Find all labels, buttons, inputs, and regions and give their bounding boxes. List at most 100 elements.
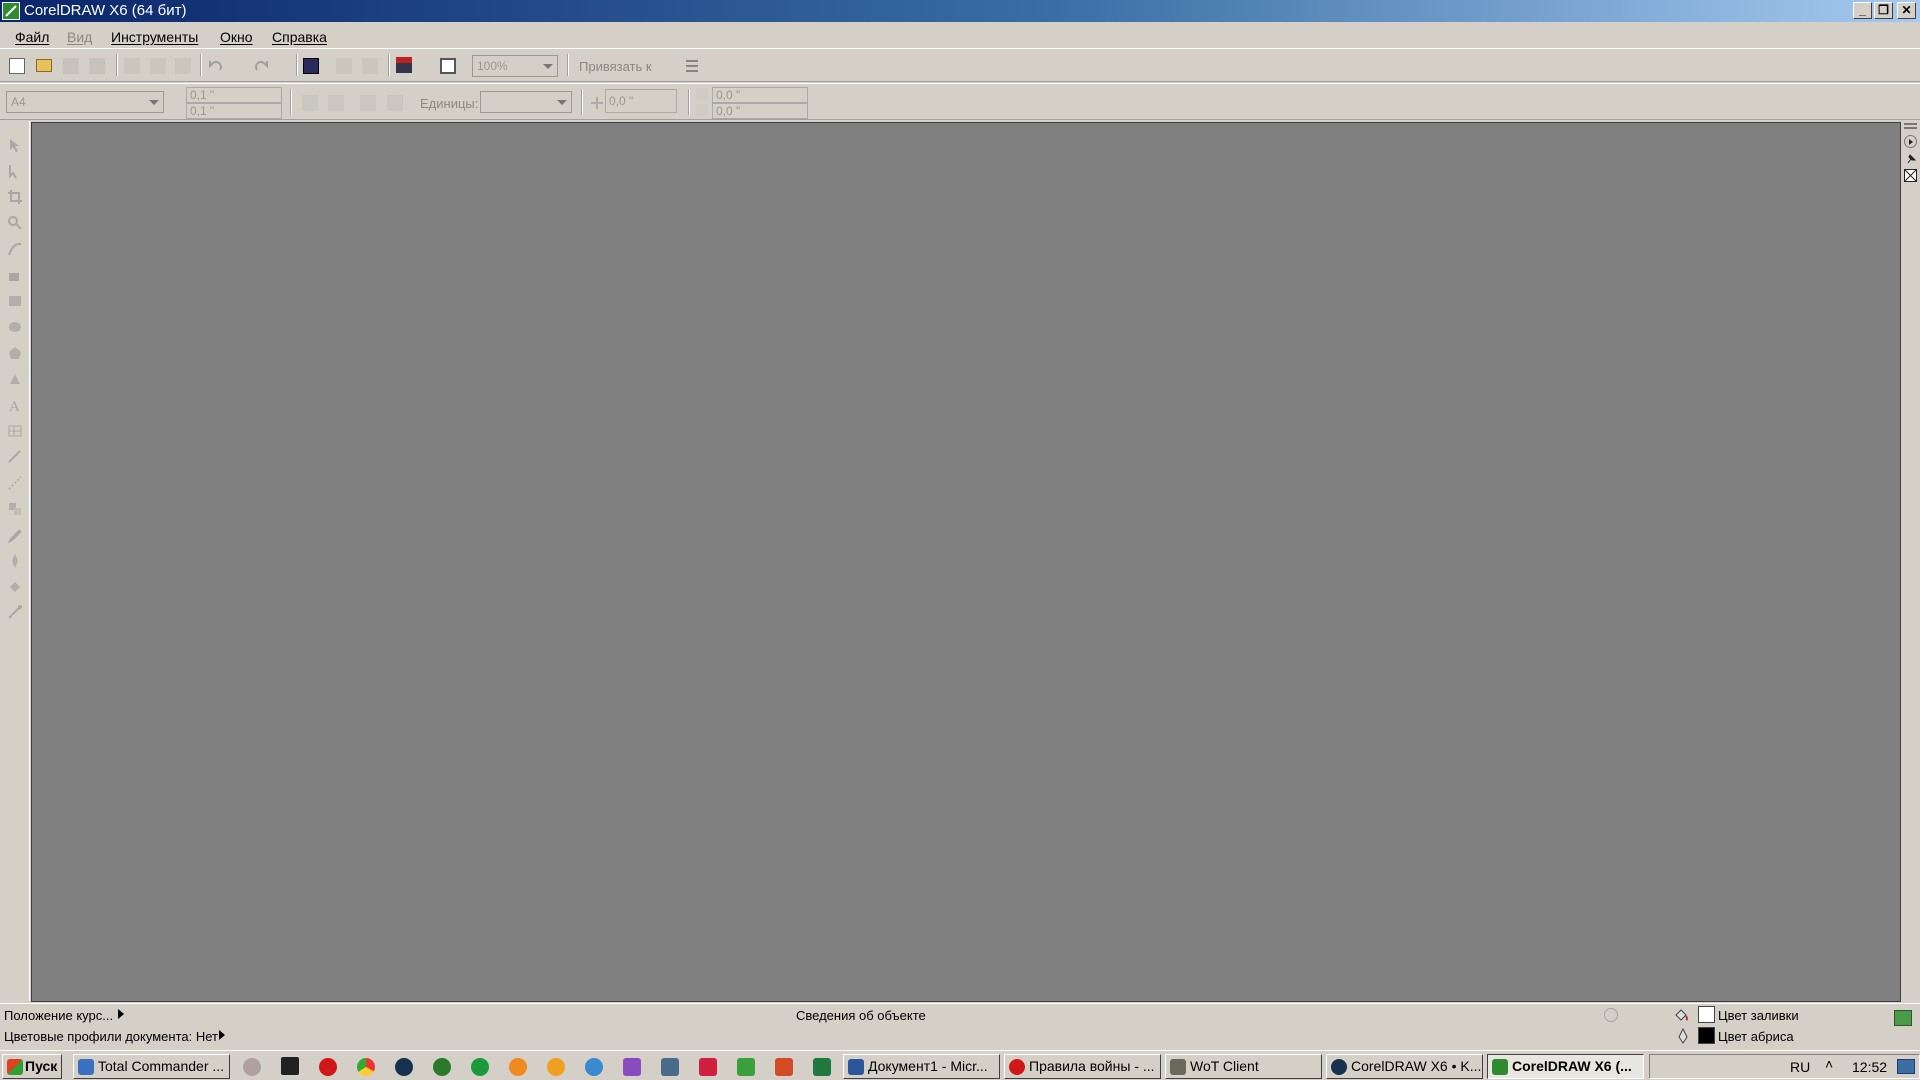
ellipse-tool-icon[interactable] — [7, 319, 23, 335]
eyedropper-tool-icon[interactable] — [7, 527, 23, 544]
duplicate-x-input[interactable]: 0,0 " — [712, 87, 808, 103]
nudge-distance-input[interactable]: 0,0 " — [605, 89, 677, 113]
redo-icon[interactable] — [253, 58, 269, 74]
language-indicator[interactable]: RU — [1790, 1059, 1810, 1075]
outline-tool-icon[interactable] — [7, 553, 23, 569]
portrait-icon[interactable] — [302, 95, 318, 111]
color-proof-icon[interactable] — [1604, 1008, 1618, 1022]
copy-icon[interactable] — [150, 58, 166, 74]
color-management-icon[interactable] — [1894, 1010, 1912, 1026]
fill-tool-icon[interactable] — [7, 579, 23, 595]
taskbar-opera-label: Правила войны - ... — [1029, 1058, 1155, 1074]
taskbar-opera[interactable]: Правила войны - ... — [1004, 1054, 1161, 1079]
connector-tool-icon[interactable] — [7, 475, 23, 491]
taskbar-coreldraw-browser[interactable]: CorelDRAW X6 • K... — [1326, 1054, 1483, 1079]
zoom-level-select[interactable]: 100% — [472, 55, 558, 77]
quicklaunch-app-icon[interactable] — [243, 1058, 261, 1076]
all-pages-icon[interactable] — [360, 95, 376, 111]
shape-tool-icon[interactable] — [7, 163, 23, 179]
minimize-button[interactable]: _ — [1853, 2, 1872, 19]
welcome-screen-icon[interactable] — [440, 58, 456, 74]
basic-shapes-tool-icon[interactable] — [7, 371, 23, 387]
paste-icon[interactable] — [175, 58, 191, 74]
cut-icon[interactable] — [124, 58, 140, 74]
excel-icon[interactable] — [813, 1058, 831, 1076]
show-desktop-icon[interactable] — [1897, 1059, 1915, 1074]
quicklaunch-orange-icon[interactable] — [509, 1058, 527, 1076]
expand-docker-icon[interactable] — [1904, 135, 1917, 148]
restore-button[interactable]: ❐ — [1874, 2, 1893, 19]
outline-color-swatch[interactable] — [1698, 1027, 1715, 1044]
pin-icon[interactable] — [1904, 152, 1917, 165]
snap-to-dropdown[interactable]: Привязать к — [579, 59, 652, 74]
page-size-select[interactable]: A4 — [6, 91, 164, 113]
tray-expand-icon[interactable]: ˄ — [1825, 1056, 1833, 1072]
cursor-position[interactable]: Положение курс... — [4, 1008, 113, 1023]
menu-file[interactable]: Файл — [15, 29, 49, 45]
interactive-fill-tool-icon[interactable] — [7, 605, 23, 621]
options-icon[interactable] — [684, 58, 700, 74]
rectangle-tool-icon[interactable] — [7, 293, 23, 309]
quicklaunch-blue-icon[interactable] — [585, 1058, 603, 1076]
crop-tool-icon[interactable] — [7, 189, 23, 205]
coreldraw-quicklaunch-icon[interactable] — [737, 1058, 755, 1076]
chrome-icon[interactable] — [357, 1058, 375, 1076]
dimension-tool-icon[interactable] — [7, 449, 23, 465]
pick-tool-icon[interactable] — [7, 137, 23, 153]
fill-color-swatch[interactable] — [1698, 1006, 1715, 1023]
taskbar-word[interactable]: Документ1 - Micr... — [843, 1054, 1000, 1079]
utorrent-icon[interactable] — [471, 1058, 489, 1076]
smart-fill-tool-icon[interactable] — [7, 267, 23, 283]
quicklaunch-terminal-icon[interactable] — [281, 1057, 299, 1075]
freehand-tool-icon[interactable] — [7, 241, 23, 257]
opera-icon[interactable] — [319, 1058, 337, 1076]
new-document-icon[interactable] — [9, 58, 25, 74]
zoom-tool-icon[interactable] — [7, 215, 23, 231]
start-button[interactable]: Пуск — [2, 1054, 62, 1079]
current-page-icon[interactable] — [387, 95, 403, 111]
start-label: Пуск — [25, 1058, 58, 1074]
text-tool-icon[interactable]: A — [7, 397, 23, 415]
taskbar-total-commander[interactable]: Total Commander ... — [73, 1054, 230, 1079]
color-profiles[interactable]: Цветовые профили документа: Нет — [4, 1029, 218, 1044]
interactive-effects-tool-icon[interactable] — [7, 501, 23, 517]
clock[interactable]: 12:52 — [1852, 1059, 1887, 1075]
color-profiles-arrow-icon[interactable] — [219, 1030, 225, 1040]
undo-icon[interactable] — [208, 58, 224, 74]
duplicate-y-input[interactable]: 0,0 " — [712, 103, 808, 119]
windows-logo-icon — [7, 1059, 23, 1075]
standard-toolbar: 100% Привязать к — [0, 48, 1920, 82]
units-select[interactable] — [480, 91, 572, 113]
quicklaunch-network-icon[interactable] — [661, 1058, 679, 1076]
nudge-x-input[interactable]: 0,1 " — [186, 87, 282, 103]
application-launcher-icon[interactable] — [396, 57, 412, 73]
menu-view[interactable]: Вид — [67, 29, 92, 45]
menu-tools[interactable]: Инструменты — [111, 29, 198, 45]
polygon-tool-icon[interactable] — [7, 345, 23, 361]
import-icon[interactable] — [336, 58, 352, 74]
taskbar-wot-client[interactable]: WoT Client — [1165, 1054, 1322, 1079]
taskbar-coreldraw-active[interactable]: CorelDRAW X6 (... — [1487, 1054, 1644, 1079]
export-icon[interactable] — [362, 58, 378, 74]
close-button[interactable]: ✕ — [1897, 2, 1916, 19]
quicklaunch-warning-icon[interactable] — [547, 1058, 565, 1076]
save-icon[interactable] — [63, 58, 79, 74]
menu-window[interactable]: Окно — [220, 29, 253, 45]
landscape-icon[interactable] — [328, 95, 344, 111]
quicklaunch-brush-icon[interactable] — [623, 1058, 641, 1076]
drawing-canvas[interactable] — [31, 122, 1901, 1002]
print-icon[interactable] — [89, 58, 105, 74]
units-label: Единицы: — [420, 96, 479, 111]
table-tool-icon[interactable] — [7, 423, 23, 439]
opera-window-icon — [1009, 1059, 1025, 1075]
powerpoint-icon[interactable] — [775, 1058, 793, 1076]
no-fill-swatch-icon[interactable] — [1904, 169, 1917, 182]
steam-icon[interactable] — [395, 1058, 413, 1076]
menu-help[interactable]: Справка — [272, 29, 327, 45]
quicklaunch-camera-icon[interactable] — [699, 1058, 717, 1076]
quicklaunch-globe-icon[interactable] — [433, 1058, 451, 1076]
cursor-position-arrow-icon[interactable] — [118, 1009, 124, 1019]
nudge-y-input[interactable]: 0,1 " — [186, 103, 282, 119]
open-folder-icon[interactable] — [36, 59, 52, 72]
search-content-icon[interactable] — [303, 58, 319, 74]
